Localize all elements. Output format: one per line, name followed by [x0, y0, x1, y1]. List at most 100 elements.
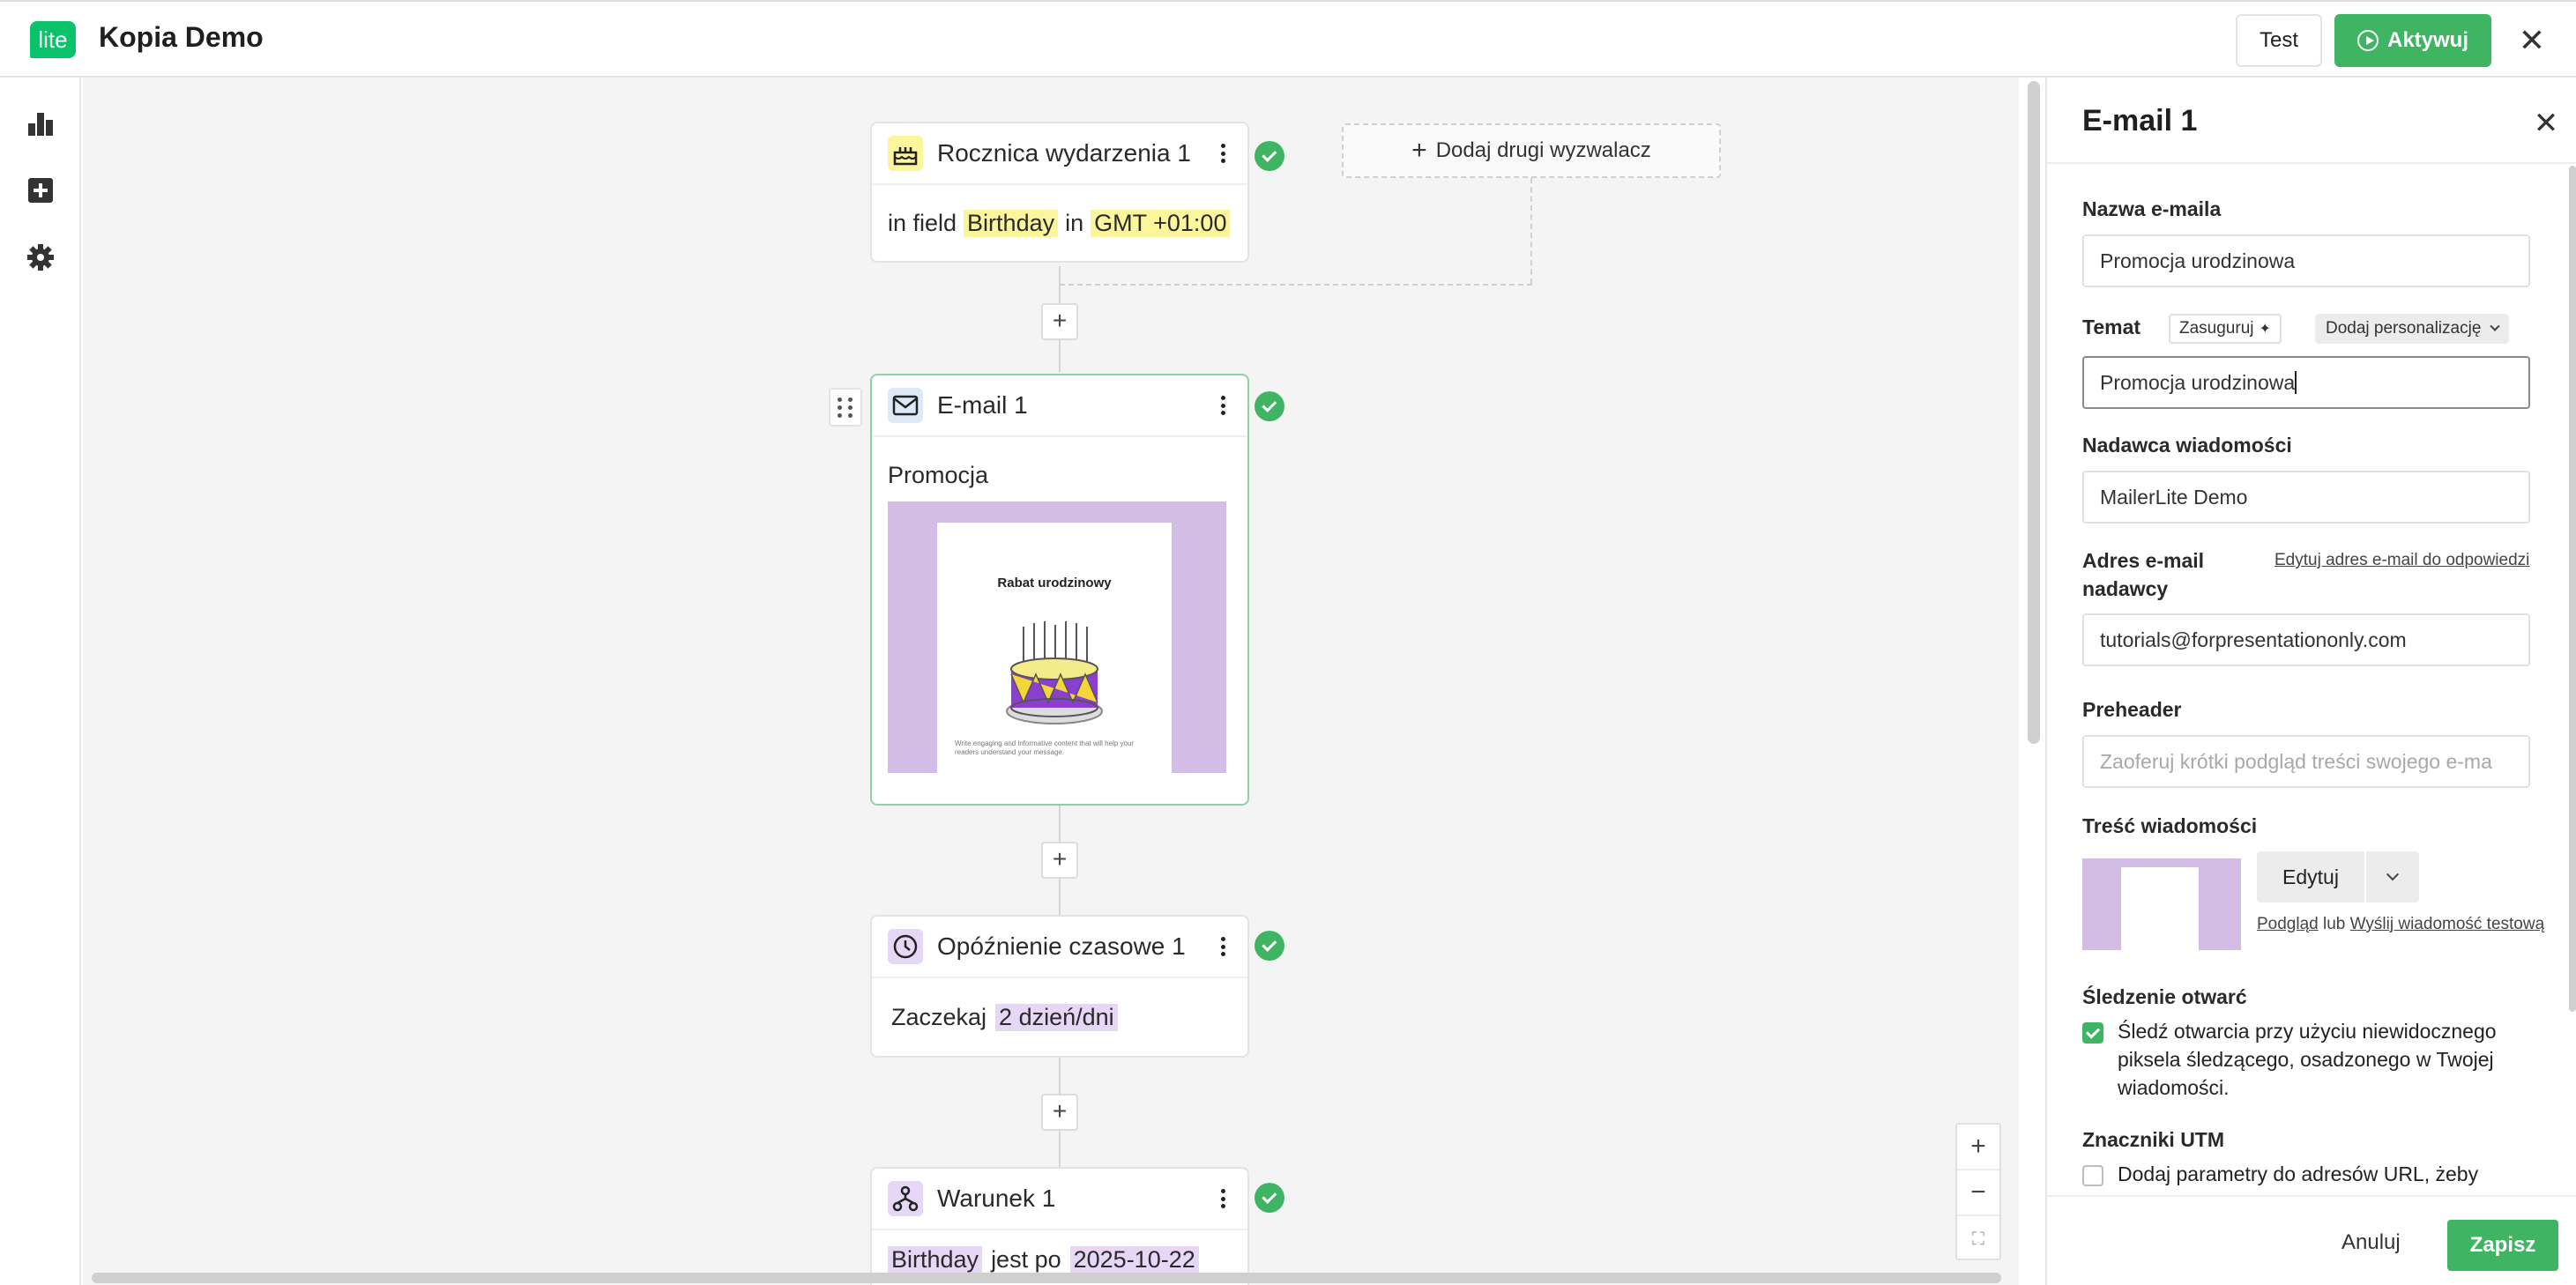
- add-step-button[interactable]: +: [1041, 1094, 1078, 1131]
- delay-node[interactable]: Opóźnienie czasowe 1 Zaczekaj 2 dzień/dn…: [870, 915, 1249, 1058]
- preview-link[interactable]: Podgląd: [2257, 915, 2319, 933]
- email-node[interactable]: E-mail 1 Promocja Rabat urodzinowy Write…: [870, 374, 1249, 806]
- add-box-icon[interactable]: [26, 176, 55, 204]
- sender-label: Nadawca wiadomości: [2082, 434, 2292, 457]
- trigger-timezone: GMT +01:00: [1091, 209, 1231, 237]
- check-icon: [1254, 141, 1284, 171]
- close-icon[interactable]: ✕: [2514, 23, 2550, 58]
- trigger-title: Rocznica wydarzenia 1: [937, 139, 1191, 167]
- preview-heading: Rabat urodzinowy: [997, 576, 1112, 591]
- trigger-node[interactable]: Rocznica wydarzenia 1 in field Birthday …: [870, 122, 1249, 263]
- trigger-text: in field: [888, 209, 957, 236]
- utm-label: Znaczniki UTM: [2082, 1128, 2225, 1151]
- email-title: E-mail 1: [937, 391, 1028, 419]
- sender-email-input[interactable]: tutorials@forpresentationonly.com: [2082, 613, 2530, 666]
- left-sidebar: [0, 78, 81, 1285]
- suggest-button[interactable]: Zasuguruj ✦: [2169, 314, 2282, 344]
- condition-value: 2025-10-22: [1069, 1246, 1199, 1274]
- horizontal-scrollbar[interactable]: [92, 1273, 2001, 1283]
- add-trigger-label: Dodaj drugi wyzwalacz: [1435, 138, 1651, 162]
- utm-checkbox[interactable]: [2082, 1165, 2103, 1186]
- edit-options-dropdown[interactable]: [2366, 851, 2419, 902]
- or-text: lub: [2323, 915, 2346, 933]
- split-icon: [888, 1181, 923, 1216]
- email-preview-thumbnail[interactable]: Rabat urodzinowy Write engaging and info…: [888, 501, 1226, 773]
- test-button[interactable]: Test: [2236, 14, 2322, 67]
- edit-content-button[interactable]: Edytuj: [2257, 851, 2364, 902]
- email-name-input[interactable]: Promocja urodzinowa: [2082, 234, 2530, 287]
- edit-reply-email-link[interactable]: Edytuj adres e-mail do odpowiedzi: [2274, 548, 2530, 572]
- personalization-label: Dodaj personalizację: [2326, 319, 2482, 338]
- add-step-button[interactable]: +: [1041, 842, 1078, 879]
- subject-label: Temat: [2082, 316, 2141, 338]
- email-preview-paper: Rabat urodzinowy Write engaging and info…: [937, 523, 1172, 773]
- add-step-button[interactable]: +: [1041, 303, 1078, 340]
- email-name-label: Nazwa e-maila: [2082, 197, 2222, 220]
- add-second-trigger-button[interactable]: + Dodaj drugi wyzwalacz: [1342, 123, 1721, 178]
- bar-chart-icon[interactable]: [26, 109, 55, 137]
- activate-label: Aktywuj: [2386, 28, 2468, 52]
- chevron-down-icon: [2386, 868, 2400, 881]
- close-icon[interactable]: ✕: [2530, 108, 2562, 139]
- zoom-out-button[interactable]: −: [1957, 1170, 1999, 1216]
- condition-node[interactable]: Warunek 1 Birthday jest po 2025-10-22: [870, 1167, 1249, 1285]
- cancel-button[interactable]: Anuluj: [2341, 1230, 2401, 1255]
- save-button[interactable]: Zapisz: [2447, 1220, 2558, 1271]
- dashed-connector: [1060, 284, 1532, 286]
- logo-text: lite: [38, 26, 68, 53]
- preheader-label: Preheader: [2082, 698, 2182, 721]
- mailerlite-logo[interactable]: lite: [30, 21, 76, 58]
- preheader-input[interactable]: Zaoferuj krótki podgląd treści swojego e…: [2082, 735, 2530, 788]
- dashed-connector: [1530, 178, 1532, 284]
- trigger-field: Birthday: [964, 209, 1059, 237]
- delay-title: Opóźnienie czasowe 1: [937, 932, 1186, 960]
- delay-text: Zaczekaj: [891, 1003, 987, 1030]
- clock-icon: [888, 929, 923, 964]
- trigger-text: in: [1065, 209, 1084, 236]
- check-icon: [1254, 1183, 1284, 1213]
- drag-handle-icon[interactable]: [829, 388, 862, 427]
- activate-button[interactable]: Aktywuj: [2334, 14, 2491, 67]
- subject-input[interactable]: Promocja urodzinowa: [2082, 356, 2530, 409]
- automation-title[interactable]: Kopia Demo: [99, 21, 264, 54]
- kebab-menu-icon[interactable]: [1214, 392, 1232, 419]
- sender-name-input[interactable]: MailerLite Demo: [2082, 471, 2530, 524]
- condition-text: jest po: [991, 1246, 1061, 1273]
- preview-links: Podgląd lub Wyślij wiadomość testową: [2257, 913, 2548, 936]
- content-label: Treść wiadomości: [2082, 814, 2258, 837]
- email-subject: Promocja: [888, 462, 989, 488]
- gear-icon[interactable]: [26, 243, 55, 271]
- personalization-dropdown[interactable]: Dodaj personalizację: [2315, 314, 2510, 344]
- sparkle-icon: ✦: [2259, 322, 2271, 337]
- node-header: Warunek 1: [872, 1169, 1247, 1230]
- panel-title: E-mail 1: [2082, 104, 2198, 137]
- text-cursor: [2295, 371, 2297, 394]
- send-test-link[interactable]: Wyślij wiadomość testową: [2350, 915, 2545, 933]
- node-header: Opóźnienie czasowe 1: [872, 917, 1247, 978]
- trigger-body: in field Birthday in GMT +01:00: [872, 185, 1247, 261]
- node-header: E-mail 1: [872, 375, 1247, 437]
- zoom-in-button[interactable]: +: [1957, 1125, 1999, 1170]
- kebab-menu-icon[interactable]: [1214, 1185, 1232, 1212]
- chevron-down-icon: [2490, 321, 2501, 331]
- delay-value: 2 dzień/dni: [995, 1003, 1118, 1031]
- condition-field: Birthday: [888, 1246, 983, 1274]
- check-icon: [1254, 931, 1284, 961]
- fit-view-button[interactable]: ⛶: [1957, 1216, 1999, 1262]
- birthday-cake-image: [1006, 621, 1103, 724]
- top-bar: lite Kopia Demo Test Aktywuj ✕: [0, 0, 2576, 78]
- vertical-scrollbar[interactable]: [2028, 81, 2040, 744]
- panel-scrollbar[interactable]: [2569, 166, 2576, 1012]
- content-preview-paper: [2121, 867, 2199, 950]
- open-tracking-label: Śledzenie otwarć: [2082, 985, 2247, 1008]
- kebab-menu-icon[interactable]: [1214, 140, 1232, 167]
- subject-value: Promocja urodzinowa: [2100, 370, 2296, 394]
- envelope-icon: [888, 388, 923, 423]
- kebab-menu-icon[interactable]: [1214, 933, 1232, 960]
- play-icon: [2356, 30, 2379, 51]
- check-icon: [1254, 391, 1284, 421]
- open-tracking-checkbox[interactable]: [2082, 1022, 2103, 1044]
- condition-title: Warunek 1: [937, 1185, 1056, 1212]
- plus-icon: +: [1411, 136, 1427, 165]
- content-preview-thumbnail[interactable]: [2082, 858, 2241, 950]
